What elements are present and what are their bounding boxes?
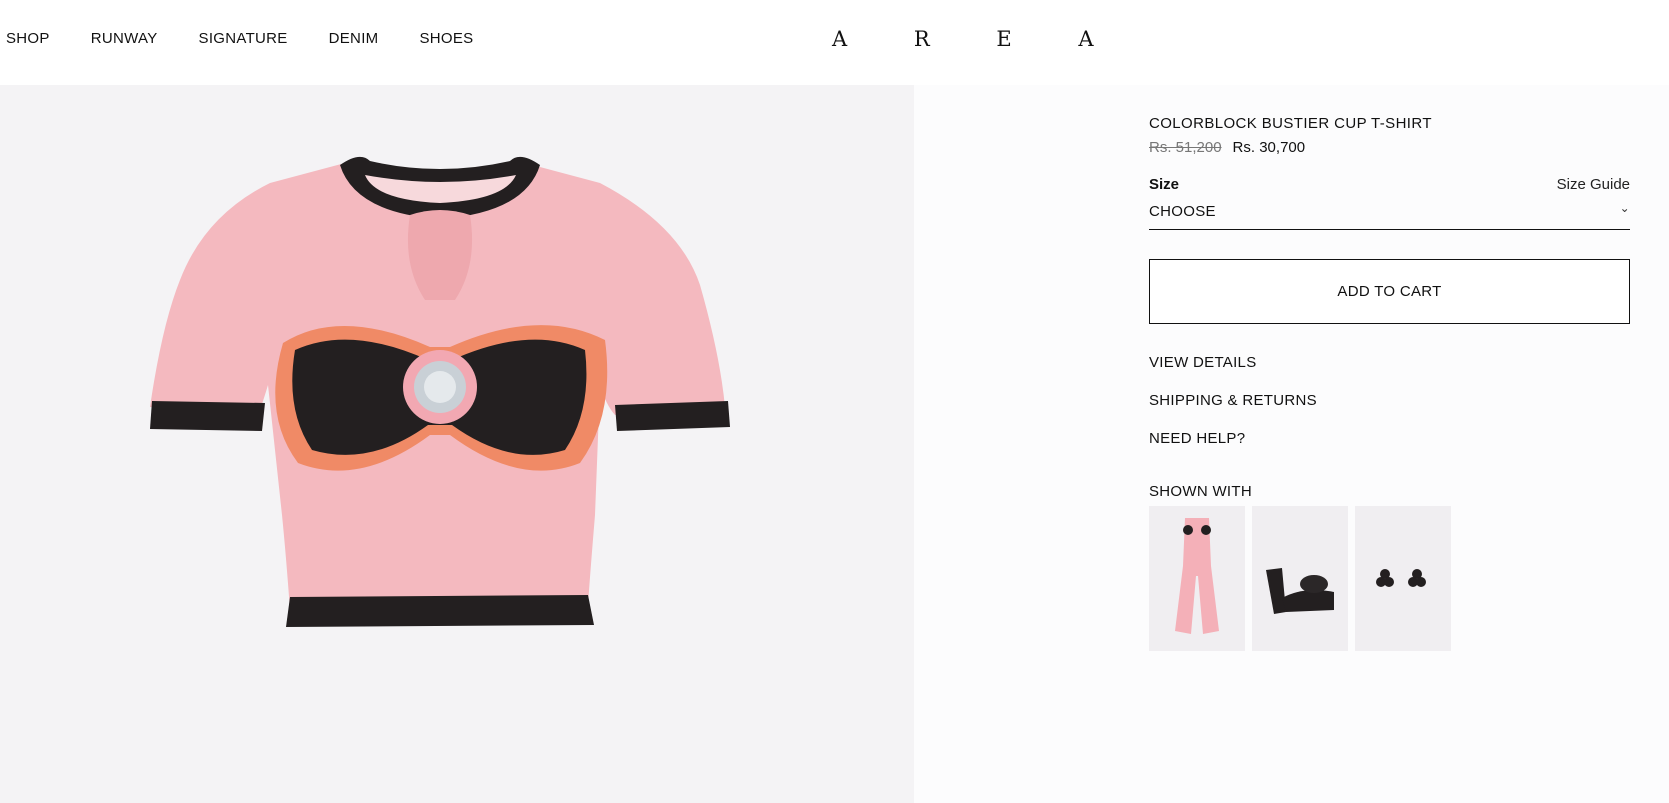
chevron-down-icon: ⌄ (1619, 201, 1630, 215)
nav-item-shop[interactable]: SHOP (6, 30, 50, 47)
site-header: SHOP RUNWAY SIGNATURE DENIM SHOES A R E … (0, 0, 1669, 85)
pink-colorblock-tshirt-image (150, 156, 730, 627)
thumb-black-sandal[interactable] (1252, 506, 1348, 651)
view-details-link[interactable]: VIEW DETAILS (1149, 354, 1630, 392)
size-label: Size (1149, 176, 1180, 193)
size-row: Size Size Guide (1149, 176, 1630, 193)
info-links: VIEW DETAILS SHIPPING & RETURNS NEED HEL… (1149, 354, 1630, 468)
thumb-flower-earrings[interactable] (1355, 506, 1451, 651)
nav-item-denim[interactable]: DENIM (329, 30, 379, 47)
price-row: Rs. 51,200 Rs. 30,700 (1149, 139, 1630, 156)
product-title: COLORBLOCK BUSTIER CUP T-SHIRT (1149, 115, 1432, 132)
product-info: COLORBLOCK BUSTIER CUP T-SHIRT Rs. 51,20… (1149, 115, 1630, 651)
product-image-panel[interactable] (0, 85, 914, 803)
original-price: Rs. 51,200 (1149, 139, 1222, 156)
size-guide-link[interactable]: Size Guide (1557, 176, 1630, 193)
nav-item-runway[interactable]: RUNWAY (91, 30, 158, 47)
shown-with-thumbnails (1149, 506, 1630, 651)
shown-with-heading: SHOWN WITH (1149, 483, 1252, 500)
nav-item-shoes[interactable]: SHOES (419, 30, 473, 47)
add-to-cart-label: ADD TO CART (1337, 283, 1442, 300)
sale-price: Rs. 30,700 (1232, 139, 1306, 156)
main-nav: SHOP RUNWAY SIGNATURE DENIM SHOES (6, 30, 514, 47)
pink-flared-pants-image (1175, 518, 1219, 634)
brand-logo[interactable]: A R E A (832, 27, 1124, 51)
nav-item-signature[interactable]: SIGNATURE (199, 30, 288, 47)
shipping-returns-link[interactable]: SHIPPING & RETURNS (1149, 392, 1630, 430)
black-platform-sandal-image (1266, 568, 1334, 614)
need-help-link[interactable]: NEED HELP? (1149, 430, 1630, 468)
thumb-pink-pants[interactable] (1149, 506, 1245, 651)
black-flower-earrings-image (1376, 569, 1426, 587)
size-select[interactable]: CHOOSE ⌄ (1149, 199, 1630, 230)
size-select-value: CHOOSE (1149, 203, 1216, 220)
add-to-cart-button[interactable]: ADD TO CART (1149, 259, 1630, 324)
